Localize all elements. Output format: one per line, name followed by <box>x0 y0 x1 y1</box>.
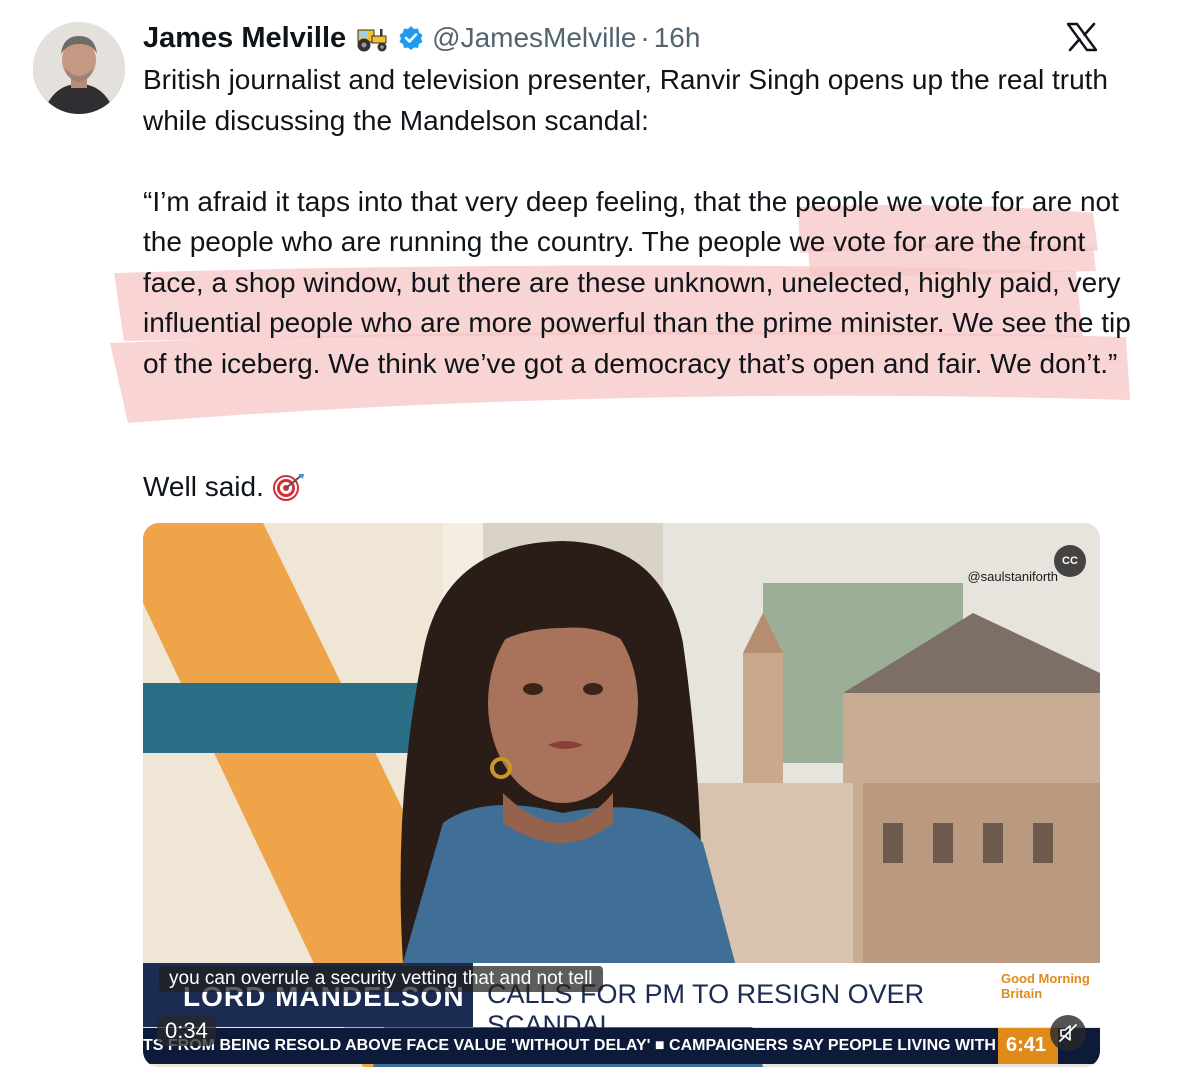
tweet-timestamp[interactable]: 16h <box>654 22 701 54</box>
tweet-paragraph: British journalist and television presen… <box>143 64 1108 136</box>
show-logo: Good Morning Britain <box>1001 971 1090 1001</box>
tweet-closing: Well said. <box>143 467 306 507</box>
author-avatar[interactable] <box>33 22 125 114</box>
closed-captions-button[interactable]: CC <box>1054 545 1086 577</box>
tractor-emoji-icon <box>354 24 390 52</box>
ticker-clock-text: 6:41 <box>1006 1034 1047 1056</box>
header-separator: · <box>640 22 650 53</box>
x-logo-icon[interactable] <box>1066 22 1098 52</box>
ticker-text: TS FROM BEING RESOLD ABOVE FACE VALUE 'W… <box>143 1037 996 1054</box>
news-ticker: TS FROM BEING RESOLD ABOVE FACE VALUE 'W… <box>143 1028 1100 1064</box>
ticker-clock: 6:41 <box>998 1028 1058 1064</box>
video-watermark: @saulstaniforth <box>967 569 1058 584</box>
mute-button[interactable] <box>1050 1015 1086 1051</box>
video-timestamp: 0:34 <box>157 1016 216 1046</box>
muted-speaker-icon <box>1059 1024 1077 1042</box>
video-player[interactable]: @saulstaniforth CC LORD MANDELSON CALLS … <box>143 523 1100 1067</box>
author-name[interactable]: James Melville <box>143 22 346 55</box>
tweet-body: British journalist and television presen… <box>143 60 1143 384</box>
tweet-quote: “I’m afraid it taps into that very deep … <box>143 185 1131 379</box>
author-handle[interactable]: @JamesMelville <box>432 22 636 54</box>
tweet-header: James Melville @JamesMelville · 16h <box>143 18 700 58</box>
avatar-portrait <box>33 22 125 114</box>
target-emoji-icon <box>272 472 306 502</box>
verified-badge-icon[interactable] <box>398 25 424 51</box>
video-caption: you can overrule a security vetting that… <box>159 966 603 992</box>
tweet-closing-text: Well said. <box>143 471 264 502</box>
